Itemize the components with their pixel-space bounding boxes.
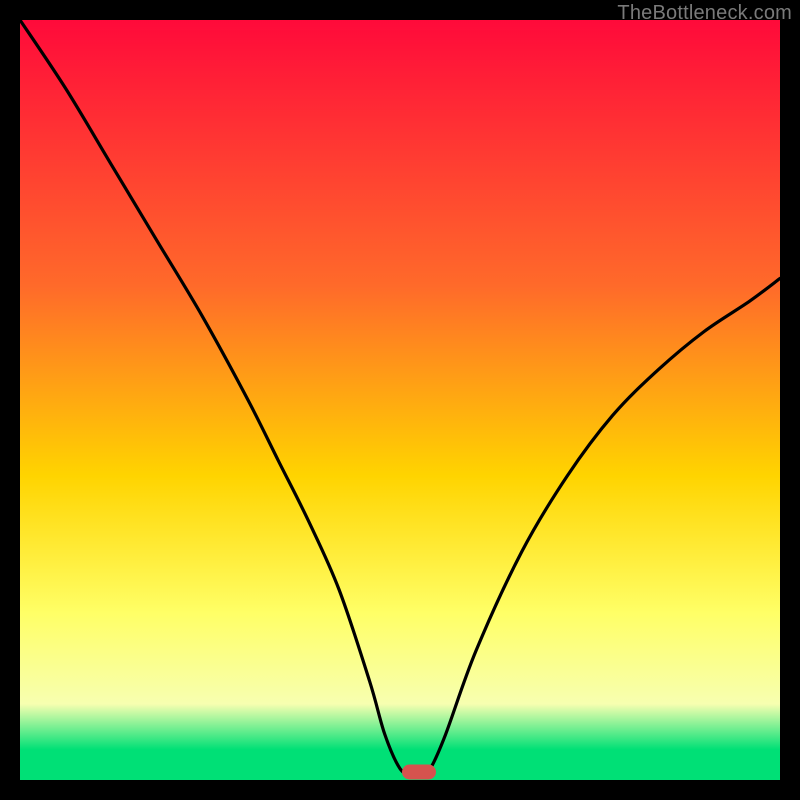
chart-plot — [20, 20, 780, 780]
optimal-marker — [402, 765, 436, 780]
chart-stage: TheBottleneck.com — [0, 0, 800, 800]
gradient-background — [20, 20, 780, 780]
